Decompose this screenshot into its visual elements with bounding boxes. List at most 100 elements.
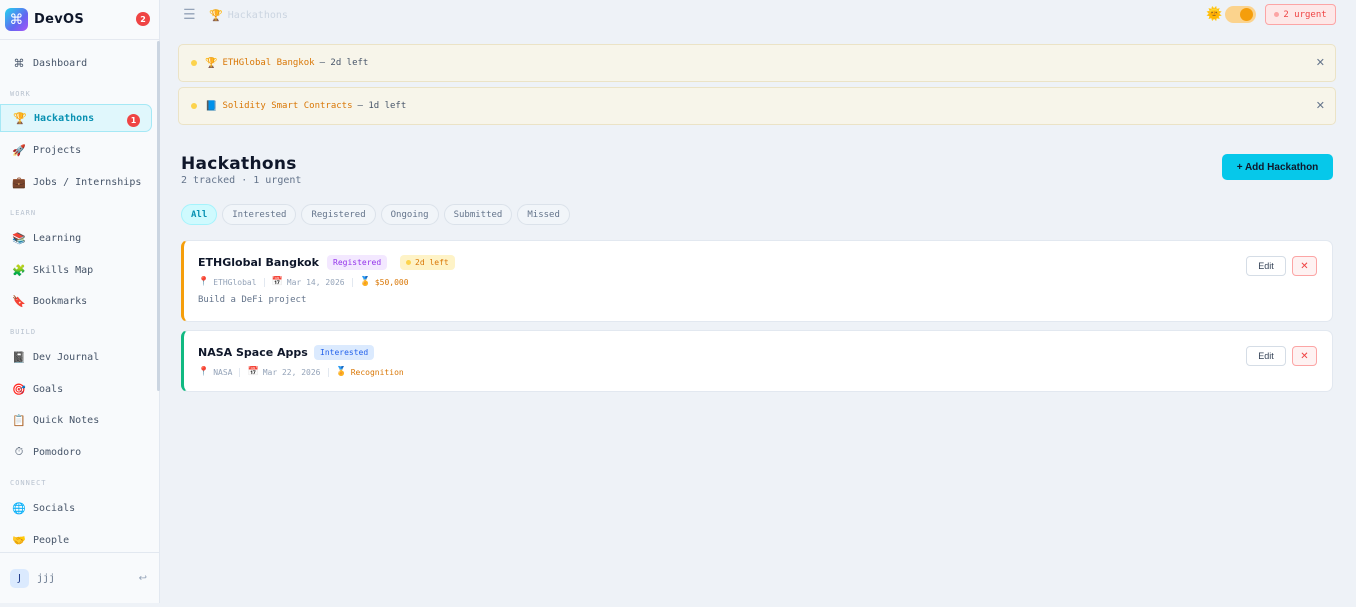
sidebar-item-pomodoro[interactable]: ⏱ Pomodoro [0, 438, 152, 466]
filter-ongoing[interactable]: Ongoing [380, 204, 439, 225]
urgent-count-pill[interactable]: 2 urgent [1265, 4, 1336, 25]
close-icon[interactable]: ✕ [1316, 99, 1325, 112]
clipboard-icon: 📋 [12, 413, 26, 427]
sidebar-item-label: Dashboard [33, 57, 88, 69]
card-meta: 📍 ETHGlobal 📅 Mar 14, 2026 🏅 $50,000 [198, 277, 409, 287]
deadline-alerts: 🏆 ETHGlobal Bangkok — 2d left ✕ 📘 Solidi… [161, 36, 1352, 134]
card-description: Build a DeFi project [198, 295, 307, 305]
divider [351, 277, 353, 287]
sidebar-item-label: Socials [33, 502, 76, 514]
calendar-icon: 📅 [247, 367, 259, 377]
organizer: ETHGlobal [213, 277, 257, 287]
command-logo-icon: ⌘ [5, 8, 28, 31]
card-meta: 📍 NASA 📅 Mar 22, 2026 🏅 Recognition [198, 367, 404, 377]
sidebar: ⌘ DevOS 2 ⌘ Dashboard WORK 🏆 Hackathons … [0, 0, 160, 603]
logout-icon[interactable]: ↩ [139, 573, 147, 584]
close-icon[interactable]: ✕ [1316, 56, 1325, 69]
sidebar-item-label: Jobs / Internships [33, 176, 142, 188]
trophy-icon: 🏆 [205, 57, 218, 69]
urgent-label: 2 urgent [1283, 9, 1327, 20]
sidebar-item-label: Projects [33, 144, 82, 156]
hackathons-badge: 1 [127, 114, 140, 127]
delete-button[interactable]: ✕ [1292, 346, 1317, 366]
section-label-learn: LEARN [10, 209, 37, 217]
section-label-work: WORK [10, 90, 31, 98]
delete-button[interactable]: ✕ [1292, 256, 1317, 276]
hamburger-menu-icon[interactable]: ☰ [183, 7, 196, 23]
urgent-dot-icon [1274, 12, 1280, 17]
alert-time-left: — 1d left [357, 101, 407, 111]
card-title: NASA Space Apps [198, 346, 308, 359]
sidebar-item-dashboard[interactable]: ⌘ Dashboard [0, 49, 152, 77]
deadline-alert: 📘 Solidity Smart Contracts — 1d left ✕ [178, 87, 1336, 125]
prize: $50,000 [374, 277, 409, 287]
sidebar-item-label: Quick Notes [33, 414, 100, 426]
days-left-badge: 2d left [400, 255, 455, 270]
add-hackathon-button[interactable]: + Add Hackathon [1222, 154, 1333, 180]
status-badge: Registered [327, 255, 388, 270]
brand[interactable]: ⌘ DevOS 2 [0, 0, 159, 40]
books-icon: 📚 [12, 231, 26, 245]
breadcrumb-label: Hackathons [227, 10, 288, 21]
edit-button[interactable]: Edit [1246, 346, 1286, 366]
trophy-icon: 🏆 [209, 9, 223, 22]
trophy-icon: 🏆 [13, 111, 27, 125]
pin-icon: 📍 [198, 367, 210, 377]
briefcase-icon: 💼 [12, 175, 26, 189]
book-icon: 📘 [205, 100, 218, 112]
filter-missed[interactable]: Missed [517, 204, 570, 225]
sidebar-item-projects[interactable]: 🚀 Projects [0, 136, 152, 164]
section-label-build: BUILD [10, 328, 37, 336]
sidebar-item-hackathons[interactable]: 🏆 Hackathons 1 [0, 104, 152, 132]
sidebar-item-dev-journal[interactable]: 📓 Dev Journal [0, 343, 152, 371]
filter-submitted[interactable]: Submitted [443, 204, 513, 225]
calendar-icon: 📅 [271, 277, 283, 287]
prize: Recognition [350, 367, 404, 377]
globe-icon: 🌐 [12, 501, 26, 515]
stopwatch-icon: ⏱ [14, 445, 24, 458]
sidebar-item-quick-notes[interactable]: 📋 Quick Notes [0, 406, 152, 434]
sidebar-item-label: Pomodoro [33, 446, 82, 458]
breadcrumb: 🏆 Hackathons [209, 9, 288, 22]
sidebar-item-label: Learning [33, 232, 82, 244]
urgent-dot-icon [406, 260, 411, 265]
sidebar-item-jobs[interactable]: 💼 Jobs / Internships [0, 168, 152, 196]
filter-interested[interactable]: Interested [222, 204, 297, 225]
filter-registered[interactable]: Registered [301, 204, 376, 225]
handshake-icon: 🤝 [12, 533, 26, 547]
sidebar-item-learning[interactable]: 📚 Learning [0, 224, 152, 252]
alert-title-link[interactable]: Solidity Smart Contracts [222, 101, 352, 111]
status-dot-icon [191, 103, 197, 109]
divider [327, 367, 329, 377]
sidebar-item-label: People [33, 534, 70, 546]
sidebar-scrollbar[interactable] [157, 41, 160, 391]
alert-title-link[interactable]: ETHGlobal Bangkok [222, 58, 314, 68]
filter-all[interactable]: All [181, 204, 218, 225]
sidebar-item-goals[interactable]: 🎯 Goals [0, 375, 152, 403]
user-profile[interactable]: J jjj ↩ [0, 552, 160, 603]
page-title: Hackathons [181, 154, 297, 174]
notification-badge[interactable]: 2 [136, 12, 150, 26]
hackathon-card[interactable]: ETHGlobal Bangkok Registered 2d left 📍 E… [181, 240, 1333, 322]
app-name: DevOS [34, 12, 84, 27]
sidebar-item-socials[interactable]: 🌐 Socials [0, 494, 152, 522]
sidebar-item-label: Dev Journal [33, 351, 100, 363]
status-badge: Interested [314, 345, 375, 360]
avatar: J [10, 568, 29, 588]
sidebar-item-skills-map[interactable]: 🧩 Skills Map [0, 256, 152, 284]
main-content: Hackathons 2 tracked · 1 urgent + Add Ha… [161, 134, 1352, 603]
organizer: NASA [213, 367, 233, 377]
sidebar-item-label: Goals [33, 383, 64, 395]
command-icon: ⌘ [13, 56, 25, 70]
edit-button[interactable]: Edit [1246, 256, 1286, 276]
target-icon: 🎯 [12, 382, 26, 396]
hackathon-card[interactable]: NASA Space Apps Interested 📍 NASA 📅 Mar … [181, 330, 1333, 392]
pin-icon: 📍 [198, 277, 210, 287]
sidebar-item-people[interactable]: 🤝 People [0, 526, 152, 554]
sun-icon: 🌞 [1206, 7, 1223, 22]
event-date: Mar 22, 2026 [262, 367, 321, 377]
sidebar-item-bookmarks[interactable]: 🔖 Bookmarks [0, 287, 152, 315]
theme-toggle[interactable] [1225, 6, 1256, 23]
user-name: jjj [37, 572, 56, 584]
sidebar-item-label: Hackathons [34, 112, 95, 124]
